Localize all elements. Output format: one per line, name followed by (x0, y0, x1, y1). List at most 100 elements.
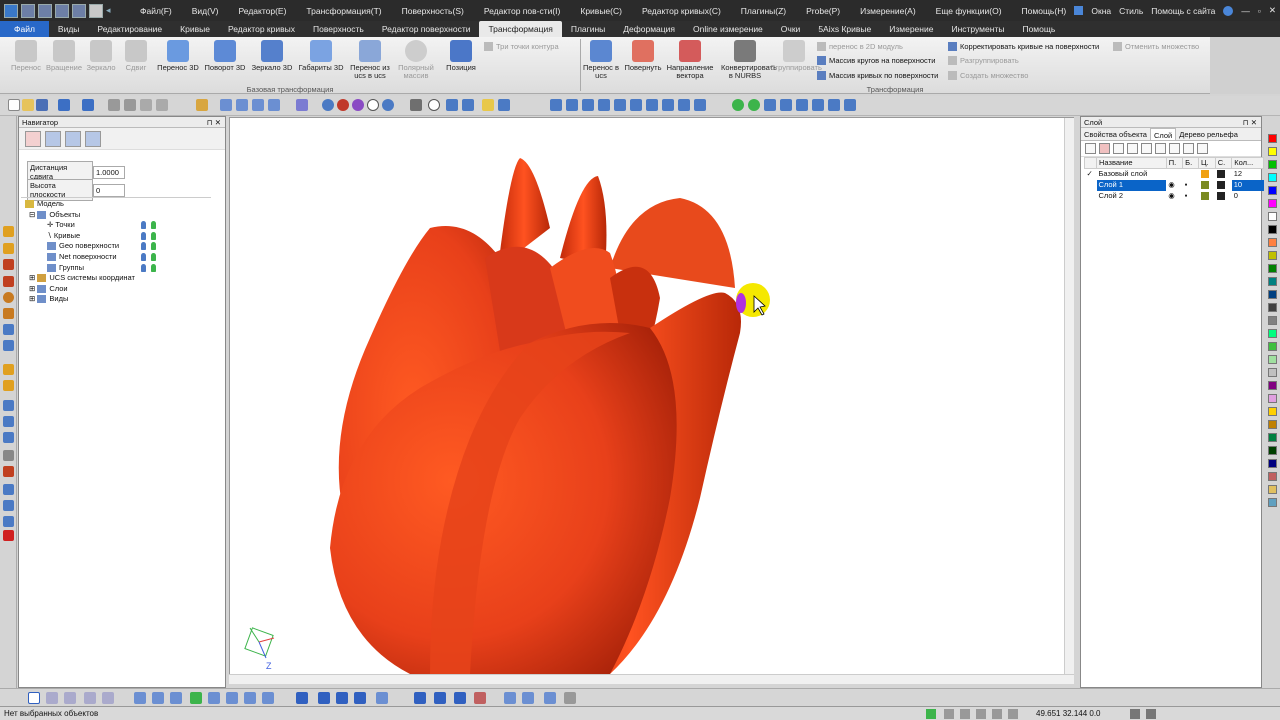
box-icon[interactable] (196, 99, 208, 111)
snap-icon-6[interactable] (226, 692, 238, 704)
tool-circle-icon[interactable] (3, 292, 14, 303)
bounds-3d-button[interactable]: Габариты 3D (297, 40, 345, 84)
eye-icon[interactable]: ◉ (1166, 180, 1182, 191)
mirror-3d-button[interactable]: Зеркало 3D (248, 40, 296, 84)
tool-delete-icon[interactable] (3, 530, 14, 541)
snap-icon-1[interactable] (134, 692, 146, 704)
menu-editor[interactable]: Редактор(E) (228, 6, 296, 16)
visibility-bulb-icon[interactable] (141, 263, 146, 272)
palette-swatch[interactable] (1268, 407, 1277, 416)
tab-plugins[interactable]: Плагины (562, 21, 614, 37)
vertical-scrollbar[interactable] (1064, 118, 1074, 676)
visibility-bulb-icon[interactable] (141, 252, 146, 261)
circle-tool-icon[interactable] (428, 99, 440, 111)
tool-icon-a[interactable] (446, 99, 458, 111)
nav-surface-icon[interactable] (65, 131, 81, 147)
palette-swatch[interactable] (1268, 342, 1277, 351)
vector-direction-button[interactable]: Направление вектора (666, 40, 714, 84)
palette-swatch[interactable] (1268, 420, 1277, 429)
site-help-menu[interactable]: Помощь с сайта (1151, 6, 1215, 16)
scissors-icon[interactable] (124, 99, 136, 111)
tool-cut-icon[interactable] (3, 466, 14, 477)
view-tool-icon-2[interactable] (694, 99, 706, 111)
tree-ucs[interactable]: ⊞ UCS системы координат (25, 273, 213, 284)
lock-bulb-icon[interactable] (151, 252, 156, 261)
arrow-right-icon[interactable] (844, 99, 856, 111)
select-point-icon[interactable] (102, 692, 114, 704)
edit-tool-3[interactable] (454, 692, 466, 704)
menu-more[interactable]: Еще функции(O) (926, 6, 1012, 16)
palette-swatch[interactable] (1268, 212, 1277, 221)
menu-plugins[interactable]: Плагины(Z) (731, 6, 796, 16)
zoom-prev-icon[interactable] (630, 99, 642, 111)
snap-icon-4[interactable] (190, 692, 202, 704)
collapse-arrow-icon[interactable]: ◂ (106, 5, 111, 16)
orbit-icon[interactable] (662, 99, 674, 111)
palette-swatch[interactable] (1268, 446, 1277, 455)
col-c[interactable]: Ц. (1198, 157, 1216, 169)
select-curve-icon[interactable] (84, 692, 96, 704)
move-up-icon[interactable] (1113, 143, 1124, 154)
paste-icon[interactable] (156, 99, 168, 111)
tab-curve-editor[interactable]: Редактор кривых (219, 21, 304, 37)
view-icon-2[interactable] (236, 99, 248, 111)
save-tool-icon[interactable] (36, 99, 48, 111)
close-icon[interactable]: ✕ (1269, 5, 1276, 16)
copy-icon[interactable] (140, 99, 152, 111)
status-icon-3[interactable] (960, 709, 970, 719)
help-icon[interactable] (1223, 5, 1234, 16)
edit-tool-5[interactable] (504, 692, 516, 704)
shade-icon-3[interactable] (352, 99, 364, 111)
style-menu[interactable]: Стиль (1119, 6, 1143, 16)
layer-color-swatch[interactable] (1200, 170, 1209, 179)
cut-icon[interactable] (108, 99, 120, 111)
snap-icon-2[interactable] (152, 692, 164, 704)
text-icon[interactable] (1183, 143, 1194, 154)
lock-bulb-icon[interactable] (151, 242, 156, 251)
tool-line-icon[interactable] (3, 259, 14, 270)
palette-swatch[interactable] (1268, 225, 1277, 234)
edit-tool-4[interactable] (474, 692, 486, 704)
shift-distance-input[interactable]: 1.0000 (93, 165, 125, 179)
menu-surface[interactable]: Поверхность(S) (392, 6, 474, 16)
tab-editing[interactable]: Редактирование (88, 21, 171, 37)
group-tool-1[interactable] (296, 692, 308, 704)
tool-extend-icon[interactable] (3, 500, 14, 511)
triangle-icon[interactable] (1197, 143, 1208, 154)
tool-join-icon[interactable] (3, 516, 14, 527)
move-3d-button[interactable]: Перенос 3D (154, 40, 202, 84)
turn-button[interactable]: Повернуть (619, 40, 667, 84)
close-file-icon[interactable] (89, 3, 103, 18)
three-point-contour-button[interactable]: Три точки контура (484, 42, 559, 51)
col-p[interactable]: П. (1165, 157, 1184, 169)
highlight-tool-icon[interactable] (482, 99, 494, 111)
nav-tree-icon[interactable] (45, 131, 61, 147)
nav-layers-icon[interactable] (85, 131, 101, 147)
edit-tool-6[interactable] (522, 692, 534, 704)
shade-icon-1[interactable] (322, 99, 334, 111)
create-set-button[interactable]: Создать множество (948, 71, 1028, 80)
delete-layer-icon[interactable] (1099, 143, 1110, 154)
move-down-icon[interactable] (1127, 143, 1138, 154)
tool-surface-1-icon[interactable] (3, 400, 14, 411)
group-tool-3[interactable] (336, 692, 348, 704)
palette-swatch[interactable] (1268, 381, 1277, 390)
select-arrow-icon[interactable] (28, 692, 40, 704)
zoom-in-icon[interactable] (582, 99, 594, 111)
arrow-tool-4[interactable] (812, 99, 824, 111)
tool-target-icon[interactable] (3, 308, 14, 319)
tree-model[interactable]: Модель (25, 199, 213, 210)
group-tool-4[interactable] (354, 692, 366, 704)
menu-file[interactable]: Файл(F) (130, 6, 182, 16)
arrow-tool-3[interactable] (796, 99, 808, 111)
layer-style-swatch[interactable] (1217, 170, 1226, 179)
status-icon-4[interactable] (976, 709, 986, 719)
shift-button[interactable]: Сдвиг (112, 40, 160, 84)
palette-swatch[interactable] (1268, 264, 1277, 273)
view-icon-1[interactable] (220, 99, 232, 111)
save-icon[interactable] (55, 3, 69, 18)
bulb-icon-1[interactable] (732, 99, 744, 111)
palette-swatch[interactable] (1268, 251, 1277, 260)
group-tool-5[interactable] (376, 692, 388, 704)
tool-surface-2-icon[interactable] (3, 416, 14, 427)
